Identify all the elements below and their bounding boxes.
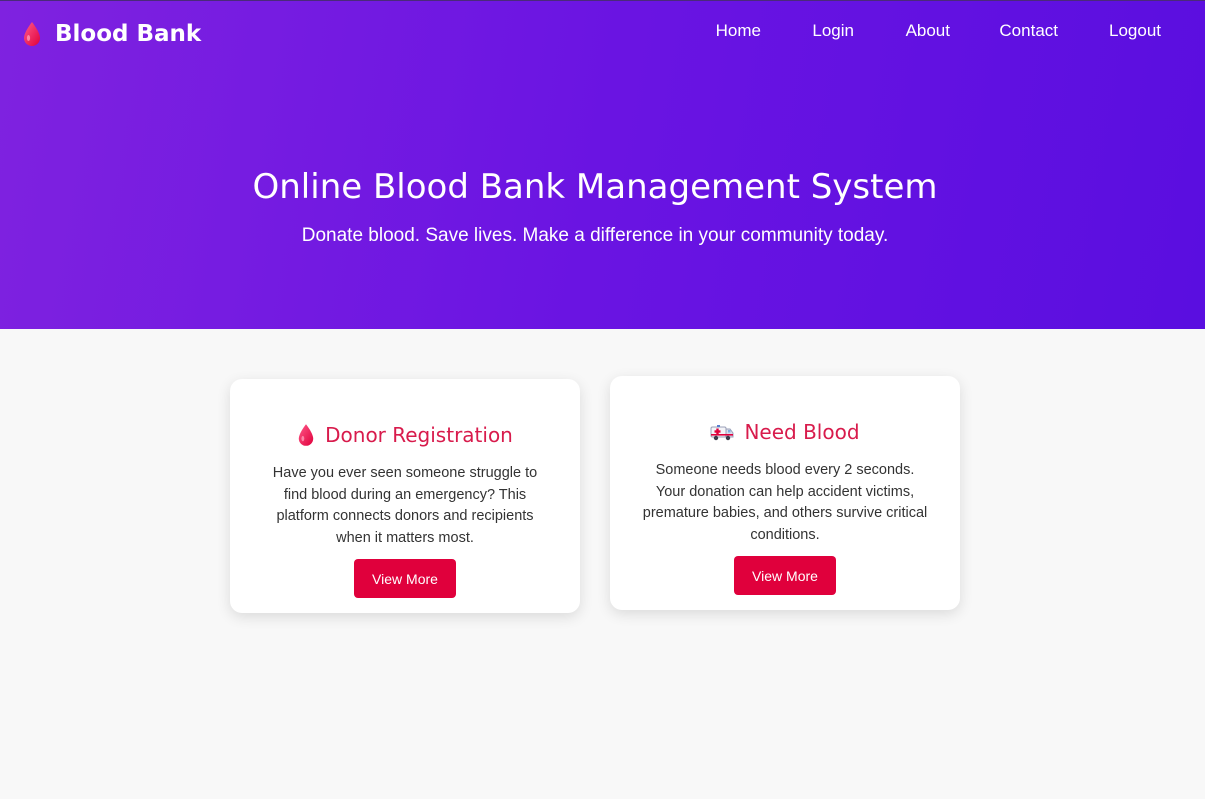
nav-home[interactable]: Home bbox=[716, 21, 761, 41]
hero-title: Online Blood Bank Management System bbox=[252, 167, 938, 207]
hero-subtitle: Donate blood. Save lives. Make a differe… bbox=[301, 225, 889, 246]
ambulance-icon bbox=[710, 425, 734, 441]
nav-contact[interactable]: Contact bbox=[999, 21, 1058, 41]
brand-logo[interactable]: Blood Bank bbox=[22, 21, 201, 47]
nav-about[interactable]: About bbox=[906, 21, 950, 41]
blood-drop-icon bbox=[24, 22, 40, 46]
card-header: Need Blood bbox=[610, 419, 960, 445]
nav-logout[interactable]: Logout bbox=[1109, 21, 1161, 41]
card-header: Donor Registration bbox=[230, 422, 580, 448]
blood-drop-icon bbox=[298, 424, 314, 446]
nav-login[interactable]: Login bbox=[812, 21, 854, 41]
hero-banner: Blood Bank Home Login About Contact Logo… bbox=[0, 0, 1205, 329]
card-title: Need Blood bbox=[744, 420, 860, 444]
need-blood-view-more-button[interactable]: View More bbox=[734, 556, 836, 595]
need-blood-card: Need Blood Someone needs blood every 2 s… bbox=[610, 376, 960, 610]
donor-registration-card: Donor Registration Have you ever seen so… bbox=[230, 379, 580, 613]
card-title: Donor Registration bbox=[325, 423, 513, 447]
card-description: Someone needs blood every 2 seconds. You… bbox=[642, 462, 928, 543]
donor-view-more-button[interactable]: View More bbox=[354, 559, 456, 598]
card-description: Have you ever seen someone struggle to f… bbox=[272, 465, 538, 546]
brand-name: Blood Bank bbox=[55, 21, 202, 47]
